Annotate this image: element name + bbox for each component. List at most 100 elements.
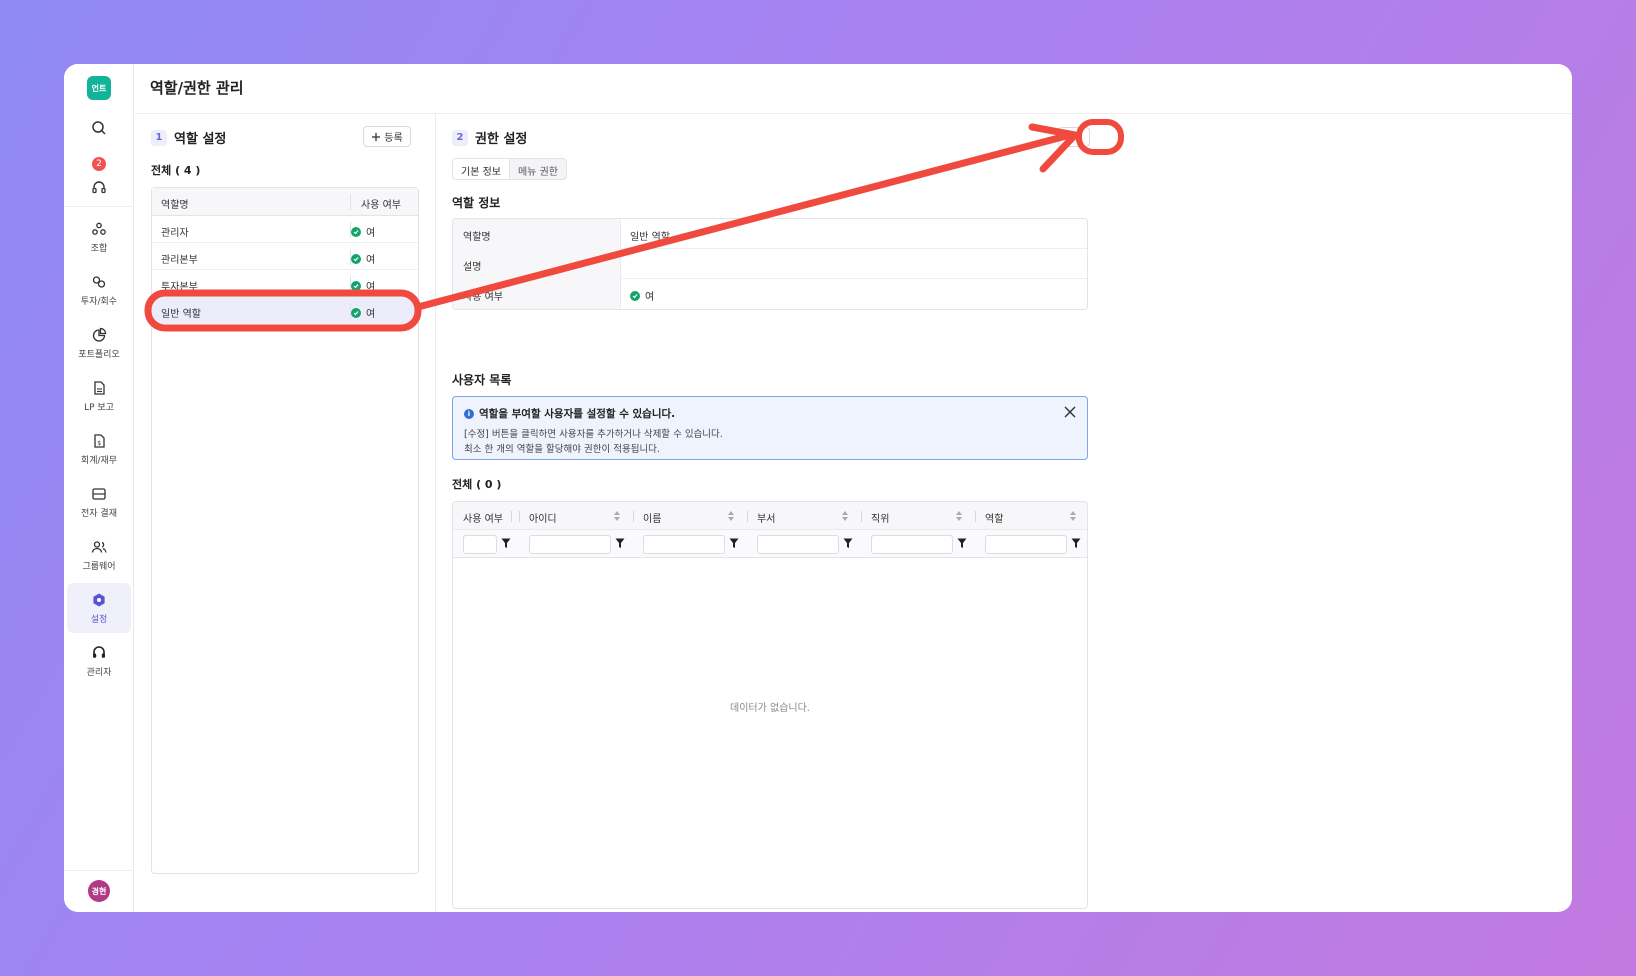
column-header-role-name[interactable]: 역할명 [161, 196, 189, 211]
info-icon: i [464, 408, 474, 419]
sidebar-item-lp-report[interactable]: LP 보고 [67, 371, 131, 421]
sidebar-item-approval[interactable]: 전자 결재 [67, 477, 131, 527]
filter-input-id[interactable] [529, 535, 611, 554]
sidebar-divider [64, 206, 134, 207]
alert-line: [수정] 버튼을 클릭하면 사용자를 추가하거나 삭제할 수 있습니다. [464, 429, 723, 440]
info-label: 역할명 [453, 219, 621, 249]
sort-icon[interactable] [613, 510, 621, 522]
check-circle-icon [351, 226, 361, 237]
check-circle-icon [351, 307, 361, 318]
document-icon [94, 380, 105, 395]
sidebar-item-label: 설정 [90, 614, 108, 625]
column-header-name[interactable]: 이름 [643, 510, 661, 525]
column-header-department[interactable]: 부서 [757, 510, 775, 525]
filter-icon[interactable] [843, 538, 853, 549]
role-settings-panel: 1 역할 설정 등록 전체 ( 4 ) 역할명 사용 여부 관리자 여 관리본부… [135, 114, 436, 912]
close-icon[interactable] [1063, 405, 1077, 419]
sidebar-item-settings[interactable]: 설정 [67, 583, 131, 633]
step-number: 2 [452, 129, 468, 146]
step-number: 1 [151, 129, 167, 146]
sidebar-divider [64, 870, 134, 871]
headset-icon[interactable] [89, 178, 109, 198]
sort-icon[interactable] [955, 510, 963, 522]
add-role-button[interactable]: 등록 [363, 126, 411, 147]
edit-button[interactable]: 수정 [1058, 127, 1090, 147]
permission-settings-panel: 2 권한 설정 수정 기본 정보 메뉴 권한 역할 정보 역할명 일반 역할 설… [436, 114, 1572, 912]
table-row[interactable]: 투자본부 여 [152, 270, 418, 297]
page-title: 역할/권한 관리 [150, 79, 244, 97]
app-logo[interactable]: 언트 [87, 76, 111, 100]
sidebar-item-accounting[interactable]: $ 회계/재무 [67, 424, 131, 474]
check-circle-icon [351, 280, 361, 291]
users-icon [91, 540, 107, 553]
filter-input-name[interactable] [643, 535, 725, 554]
check-circle-icon [351, 253, 361, 264]
user-count: 전체 ( 0 ) [452, 478, 502, 491]
info-label: 사용 여부 [453, 279, 621, 309]
sidebar-item-admin[interactable]: 관리자 [67, 636, 131, 686]
info-row: 역할명 일반 역할 [453, 219, 1087, 249]
sidebar-item-label: LP 보고 [84, 402, 114, 413]
column-header-enabled[interactable]: 사용 여부 [463, 510, 503, 525]
avatar[interactable]: 경현 [88, 880, 110, 902]
section-title: 권한 설정 [475, 132, 528, 147]
table-row[interactable]: 관리본부 여 [152, 243, 418, 270]
approval-icon [92, 487, 106, 500]
filter-icon[interactable] [501, 538, 511, 549]
filter-input-department[interactable] [757, 535, 839, 554]
sidebar-item-label: 관리자 [86, 667, 112, 678]
filter-input-position[interactable] [871, 535, 953, 554]
sidebar-item-portfolio[interactable]: 포트폴리오 [67, 318, 131, 368]
app-window: 언트 2 조합 투자/회수 포트폴리오 LP 보고 $ 회계/재무 전자 결재 … [64, 64, 1572, 912]
column-divider [975, 511, 976, 522]
table-row[interactable]: 관리자 여 [152, 216, 418, 243]
column-header-role[interactable]: 역할 [985, 510, 1003, 525]
alert-title: 역할을 부여할 사용자를 설정할 수 있습니다. [479, 408, 676, 420]
filter-input-enabled[interactable] [463, 535, 497, 554]
role-count: 전체 ( 4 ) [151, 164, 201, 177]
filter-icon[interactable] [1071, 538, 1081, 549]
user-grid-filter-row [453, 530, 1087, 558]
column-header-id[interactable]: 아이디 [529, 510, 557, 525]
svg-text:$: $ [97, 440, 101, 447]
user-list-title: 사용자 목록 [452, 373, 512, 387]
column-divider [861, 511, 862, 522]
filter-icon[interactable] [615, 538, 625, 549]
role-enabled: 여 [366, 228, 376, 239]
filter-icon[interactable] [957, 538, 967, 549]
table-row-selected[interactable]: 일반 역할 여 [152, 297, 418, 324]
role-table: 역할명 사용 여부 관리자 여 관리본부 여 투자본부 여 일반 역할 여 [151, 187, 419, 874]
info-label: 설명 [453, 249, 621, 279]
role-name: 일반 역할 [161, 309, 201, 320]
sidebar-item-fund[interactable]: 조합 [67, 212, 131, 262]
role-enabled-cell: 여 [351, 278, 375, 293]
column-divider [519, 511, 520, 522]
search-icon[interactable] [89, 118, 109, 138]
role-enabled: 여 [366, 309, 376, 320]
page-header: 역할/권한 관리 [135, 64, 1572, 114]
sidebar-item-investment[interactable]: 투자/회수 [67, 265, 131, 315]
alert-title-row: i 역할을 부여할 사용자를 설정할 수 있습니다. [464, 406, 675, 421]
column-divider [350, 194, 351, 210]
alert-line: 최소 한 개의 역할을 할당해야 권한이 적용됩니다. [464, 444, 660, 455]
sidebar-item-groupware[interactable]: 그룹웨어 [67, 530, 131, 580]
sidebar: 언트 2 조합 투자/회수 포트폴리오 LP 보고 $ 회계/재무 전자 결재 … [64, 64, 134, 912]
sort-icon[interactable] [1069, 510, 1077, 522]
notification-badge[interactable]: 2 [92, 157, 106, 171]
tab-menu-permission[interactable]: 메뉴 권한 [510, 159, 566, 179]
sidebar-item-label: 회계/재무 [80, 455, 118, 466]
admin-icon [93, 645, 105, 658]
filter-icon[interactable] [729, 538, 739, 549]
filter-input-role[interactable] [985, 535, 1067, 554]
sort-icon[interactable] [841, 510, 849, 522]
info-value: 일반 역할 [630, 232, 670, 243]
role-name: 관리자 [161, 228, 189, 239]
column-divider [511, 511, 512, 522]
column-header-enabled[interactable]: 사용 여부 [361, 196, 401, 211]
column-divider [747, 511, 748, 522]
role-enabled-cell: 여 [351, 251, 375, 266]
role-table-header: 역할명 사용 여부 [152, 188, 418, 216]
column-header-position[interactable]: 직위 [871, 510, 889, 525]
sort-icon[interactable] [727, 510, 735, 522]
tab-basic-info[interactable]: 기본 정보 [453, 159, 510, 179]
